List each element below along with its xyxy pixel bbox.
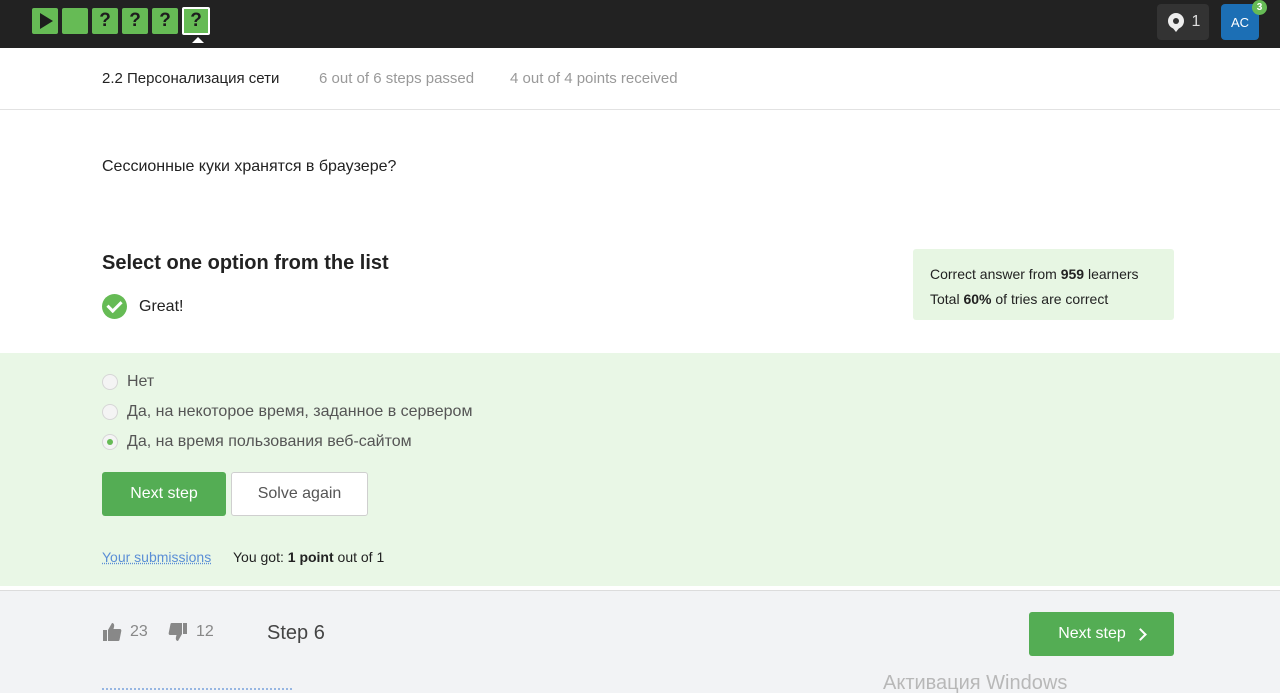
dislikes-count: 12 (196, 623, 214, 640)
step-video-button[interactable] (32, 8, 58, 34)
step-navigation: ? ? ? ? (32, 7, 210, 43)
step-quiz-button-3[interactable]: ? (152, 8, 178, 34)
lesson-title[interactable]: 2.2 Персонализация сети (102, 70, 279, 87)
notifications-button[interactable]: 1 (1157, 4, 1209, 40)
notifications-count: 1 (1191, 13, 1201, 30)
step-label: Step 6 (267, 622, 325, 644)
likes-count: 23 (130, 623, 148, 640)
stats-line-learners: Correct answer from 959 learners (930, 266, 1139, 282)
option-label: Да, на время пользования веб-сайтом (127, 433, 412, 450)
avatar-badge: 3 (1252, 0, 1267, 15)
option-label: Нет (127, 373, 155, 390)
your-submissions-link[interactable]: Your submissions (102, 549, 211, 565)
result-text: You got: 1 point out of 1 (233, 549, 385, 565)
quiz-stats-box: Correct answer from 959 learners Total 6… (913, 249, 1174, 320)
option-2[interactable]: Да, на некоторое время, заданное в серве… (102, 403, 472, 421)
step-quiz-button-1[interactable]: ? (92, 8, 118, 34)
radio-button-selected[interactable] (102, 434, 118, 450)
play-icon (40, 13, 53, 29)
like-button[interactable]: 23 (102, 622, 148, 642)
truncated-link (102, 688, 292, 694)
windows-activation-watermark: Активация Windows (883, 672, 1068, 694)
step-quiz-button-2[interactable]: ? (122, 8, 148, 34)
option-1[interactable]: Нет (102, 373, 154, 391)
radio-button[interactable] (102, 404, 118, 420)
lesson-points-received: 4 out of 4 points received (510, 70, 678, 87)
option-label: Да, на некоторое время, заданное в серве… (127, 403, 473, 420)
stats-line-tries: Total 60% of tries are correct (930, 291, 1109, 307)
notification-icon (1167, 13, 1184, 32)
footer-next-step-button[interactable]: Next step (1029, 612, 1174, 656)
dislike-button[interactable]: 12 (168, 622, 214, 642)
lesson-header: 2.2 Персонализация сети 6 out of 6 steps… (0, 48, 1280, 110)
chevron-right-icon (1133, 627, 1147, 641)
radio-button[interactable] (102, 374, 118, 390)
thumbs-down-icon (168, 623, 187, 641)
step-quiz-button-current[interactable]: ? (182, 7, 210, 43)
footer-next-step-label: Next step (1058, 625, 1126, 642)
step-text-button[interactable] (62, 8, 88, 34)
quiz-heading: Select one option from the list (102, 252, 389, 274)
check-icon (102, 294, 127, 319)
lesson-steps-passed: 6 out of 6 steps passed (319, 70, 475, 87)
next-step-button[interactable]: Next step (102, 472, 226, 516)
thumbs-up-icon (103, 623, 122, 641)
quiz-feedback: Great! (102, 294, 183, 319)
solve-again-button[interactable]: Solve again (231, 472, 368, 516)
top-bar: ? ? ? ? 1 AC 3 (0, 0, 1280, 48)
option-3[interactable]: Да, на время пользования веб-сайтом (102, 433, 412, 451)
question-text: Сессионные куки хранятся в браузере? (102, 158, 397, 175)
feedback-text: Great! (139, 297, 184, 315)
